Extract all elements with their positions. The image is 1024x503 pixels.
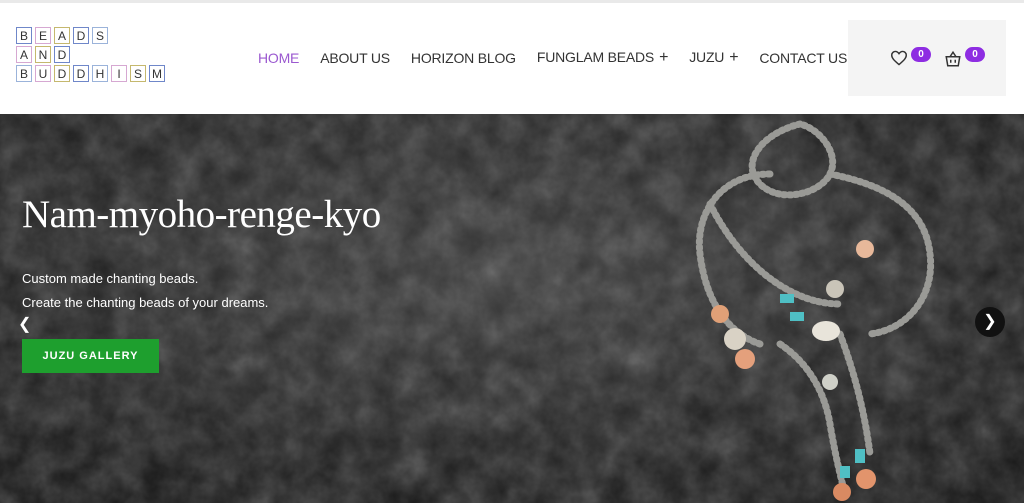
hero-slider: Nam-myoho-renge-kyo Custom made chanting… <box>0 114 1024 503</box>
main-nav: HOME ABOUT US HORIZON BLOG FUNGLAM BEADS… <box>258 49 868 67</box>
logo-letter: I <box>111 65 127 82</box>
logo-letter: D <box>54 65 70 82</box>
logo-letter: A <box>54 27 70 44</box>
nav-item-funglam-beads[interactable]: FUNGLAM BEADS + <box>536 49 669 67</box>
plus-icon[interactable]: + <box>659 49 668 66</box>
logo-row-2: A N D <box>16 46 196 63</box>
logo-letter: N <box>35 46 51 63</box>
nav-item-about-us[interactable]: ABOUT US <box>320 50 390 66</box>
logo-letter: E <box>35 27 51 44</box>
nav-item-horizon-blog[interactable]: HORIZON BLOG <box>411 50 516 66</box>
logo-letter: B <box>16 65 32 82</box>
logo-letter: S <box>130 65 146 82</box>
logo-row-3: B U D D H I S M <box>16 65 196 82</box>
juzu-gallery-button[interactable]: JUZU GALLERY <box>22 339 159 373</box>
site-header: B E A D S A N D B U D D H I S M HOME ABO… <box>0 3 1024 114</box>
logo-letter: B <box>16 27 32 44</box>
nav-item-juzu[interactable]: JUZU + <box>689 49 738 67</box>
logo-letter: M <box>149 65 165 82</box>
cart-count-badge: 0 <box>965 47 985 62</box>
hero-subtitle-1: Custom made chanting beads. <box>22 271 199 286</box>
nav-item-label: JUZU <box>689 49 725 65</box>
wishlist-heart-icon[interactable] <box>890 50 910 70</box>
wishlist-count-badge: 0 <box>911 47 931 62</box>
cart-basket-icon[interactable] <box>944 50 964 70</box>
hero-title: Nam-myoho-renge-kyo <box>22 193 381 236</box>
logo-letter: A <box>16 46 32 63</box>
header-actions: 0 0 <box>848 20 1006 96</box>
nav-item-home[interactable]: HOME <box>258 50 299 66</box>
logo-letter: U <box>35 65 51 82</box>
logo-letter: S <box>92 27 108 44</box>
logo-row-1: B E A D S <box>16 27 196 44</box>
nav-item-label: FUNGLAM BEADS <box>536 49 655 65</box>
hero-subtitle-2: Create the chanting beads of your dreams… <box>22 295 269 310</box>
logo-letter: D <box>73 27 89 44</box>
site-logo[interactable]: B E A D S A N D B U D D H I S M <box>16 27 196 97</box>
juzu-beads-image <box>695 120 935 501</box>
slider-next-button[interactable]: ❯ <box>975 307 1005 337</box>
slider-prev-arrow[interactable]: ❮ <box>18 314 31 334</box>
logo-letter: H <box>92 65 108 82</box>
logo-letter: D <box>54 46 70 63</box>
logo-letter: D <box>73 65 89 82</box>
nav-item-contact-us[interactable]: CONTACT US <box>759 50 847 66</box>
plus-icon[interactable]: + <box>729 49 738 66</box>
